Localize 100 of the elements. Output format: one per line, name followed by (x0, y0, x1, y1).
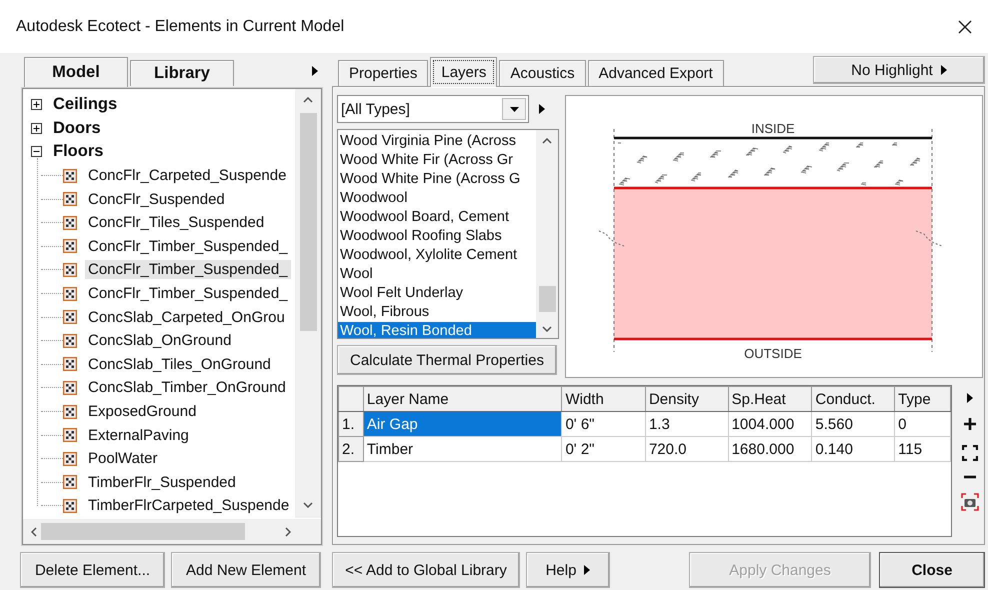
inside-label: INSIDE (751, 121, 795, 136)
tab[interactable]: Acoustics (499, 60, 586, 86)
list-item[interactable]: Wood White Pine (Across G (338, 170, 536, 189)
tree-item[interactable]: TimberFlrCarpeted_Suspende (85, 496, 292, 516)
scroll-up-icon[interactable] (542, 138, 552, 144)
tree-item[interactable]: ConcSlab_Timber_OnGround (85, 378, 289, 398)
row-number[interactable]: 1. (338, 412, 364, 436)
plus-box-icon[interactable] (31, 122, 42, 134)
checker-icon (63, 216, 77, 230)
plus-box-icon[interactable] (31, 99, 42, 110)
table-cell[interactable]: 1.3 (645, 412, 728, 436)
scrollbar[interactable] (536, 130, 558, 338)
row-number[interactable]: 2. (338, 436, 364, 462)
list-item[interactable]: Woodwool, Xylolite Cement (338, 246, 536, 265)
column-header[interactable]: Density (645, 386, 728, 412)
table-cell[interactable]: 720.0 (645, 436, 728, 462)
close-dialog-button[interactable]: Close (879, 552, 985, 588)
tree-item[interactable]: ConcFlr_Carpeted_Suspende (85, 166, 290, 186)
camera-icon[interactable] (961, 493, 979, 511)
tree-item[interactable]: PoolWater (85, 449, 160, 468)
table-cell[interactable]: 115 (894, 436, 950, 462)
tree-item[interactable]: ConcSlab_Carpeted_OnGrou (85, 308, 288, 327)
corner-cell (338, 386, 364, 412)
tab[interactable]: Advanced Export (588, 60, 724, 86)
tab[interactable]: Layers (430, 57, 498, 87)
table-cell[interactable]: 5.560 (812, 412, 895, 436)
right-arrow-icon[interactable] (539, 104, 545, 114)
scroll-down-icon[interactable] (542, 326, 552, 332)
tree-item[interactable]: ExternalPaving (85, 426, 192, 445)
checker-icon (63, 192, 77, 206)
tree-item[interactable]: Floors (50, 142, 106, 162)
tab[interactable]: Library (130, 60, 234, 86)
scroll-up-icon[interactable] (303, 97, 313, 103)
tab[interactable]: Model (24, 57, 128, 87)
checker-icon (63, 239, 77, 254)
tree-item[interactable]: Doors (50, 118, 104, 138)
checker-icon (63, 380, 77, 395)
list-item[interactable]: Wool (338, 265, 536, 284)
column-header[interactable]: Layer Name (363, 386, 562, 412)
scrollbar-thumb[interactable] (41, 523, 245, 540)
scroll-down-icon[interactable] (303, 502, 313, 508)
minus-icon[interactable] (963, 475, 977, 479)
minus-box-icon[interactable] (31, 146, 42, 158)
column-header[interactable]: Conduct. (812, 386, 895, 412)
checker-icon (63, 310, 77, 324)
tree-item[interactable]: ConcFlr_Timber_Suspended_ (85, 284, 291, 304)
table-cell[interactable]: 1004.000 (728, 412, 812, 436)
table-cell[interactable]: 0.140 (812, 436, 895, 462)
tree-item[interactable]: TimberFlr_Suspended (85, 472, 239, 492)
right-arrow-icon[interactable] (967, 393, 973, 403)
delete-button[interactable]: Delete Element... (20, 552, 165, 588)
column-header[interactable]: Sp.Heat (728, 386, 812, 412)
add-button[interactable]: Add New Element (171, 552, 321, 588)
tree-item[interactable]: ConcFlr_Timber_Suspended_ (85, 260, 291, 280)
tree-item[interactable]: Ceilings (50, 95, 120, 114)
right-arrow-icon (940, 65, 947, 75)
tree-item[interactable]: ConcFlr_Tiles_Suspended (85, 213, 268, 232)
table-cell[interactable]: Air Gap (363, 412, 562, 436)
list-item[interactable]: Woodwool Board, Cement (338, 208, 536, 227)
scrollbar[interactable] (295, 89, 321, 518)
list-item[interactable]: Woodwool (338, 189, 536, 208)
scroll-left-icon[interactable] (31, 526, 37, 536)
highlight-button[interactable]: No Highlight (813, 56, 985, 84)
checker-icon (63, 357, 77, 372)
checker-icon (63, 404, 77, 419)
fit-icon[interactable] (962, 445, 978, 461)
tree-item[interactable]: ConcFlr_Suspended (85, 190, 228, 209)
table-cell[interactable]: Timber (363, 436, 562, 462)
list-item[interactable]: Wood White Fir (Across Gr (338, 151, 536, 170)
table-cell[interactable]: 1680.000 (728, 436, 812, 462)
type-dropdown[interactable]: [All Types] (337, 95, 529, 123)
tree-item[interactable]: ExposedGround (85, 402, 200, 422)
list-item[interactable]: Woodwool Roofing Slabs (338, 227, 536, 246)
checker-icon (63, 498, 77, 513)
help-button[interactable]: Help (526, 552, 610, 588)
table-cell[interactable]: 0' 2" (562, 436, 646, 462)
table-cell[interactable]: 0' 6" (562, 412, 646, 436)
scrollbar-thumb[interactable] (300, 113, 316, 331)
tab[interactable]: Properties (338, 60, 428, 86)
tree-item[interactable]: ConcSlab_Tiles_OnGround (85, 354, 274, 374)
plus-icon[interactable] (963, 417, 977, 431)
right-arrow-icon[interactable] (312, 66, 318, 76)
scrollbar[interactable] (23, 518, 321, 544)
list-item[interactable]: Wool, Fibrous (338, 303, 536, 322)
scrollbar-thumb[interactable] (538, 286, 556, 312)
checker-icon (63, 168, 77, 183)
table-cell[interactable]: 0 (894, 412, 950, 436)
column-header[interactable]: Width (562, 386, 646, 412)
list-item[interactable]: Wool Felt Underlay (338, 284, 536, 303)
tree-item[interactable]: ConcFlr_Timber_Suspended_ (85, 236, 291, 256)
window-title: Autodesk Ecotect - Elements in Current Model (16, 18, 346, 36)
checker-icon (63, 452, 77, 466)
list-item[interactable]: Wool, Resin Bonded (338, 322, 536, 338)
calculate-button[interactable]: Calculate Thermal Properties (337, 345, 557, 375)
column-header[interactable]: Type (894, 386, 950, 412)
tree-item[interactable]: ConcSlab_OnGround (85, 331, 234, 350)
list-item[interactable]: Wood Virginia Pine (Across (338, 132, 536, 151)
checker-icon (63, 475, 77, 490)
scroll-right-icon[interactable] (285, 526, 291, 536)
add-to-library-button[interactable]: << Add to Global Library (332, 552, 520, 588)
